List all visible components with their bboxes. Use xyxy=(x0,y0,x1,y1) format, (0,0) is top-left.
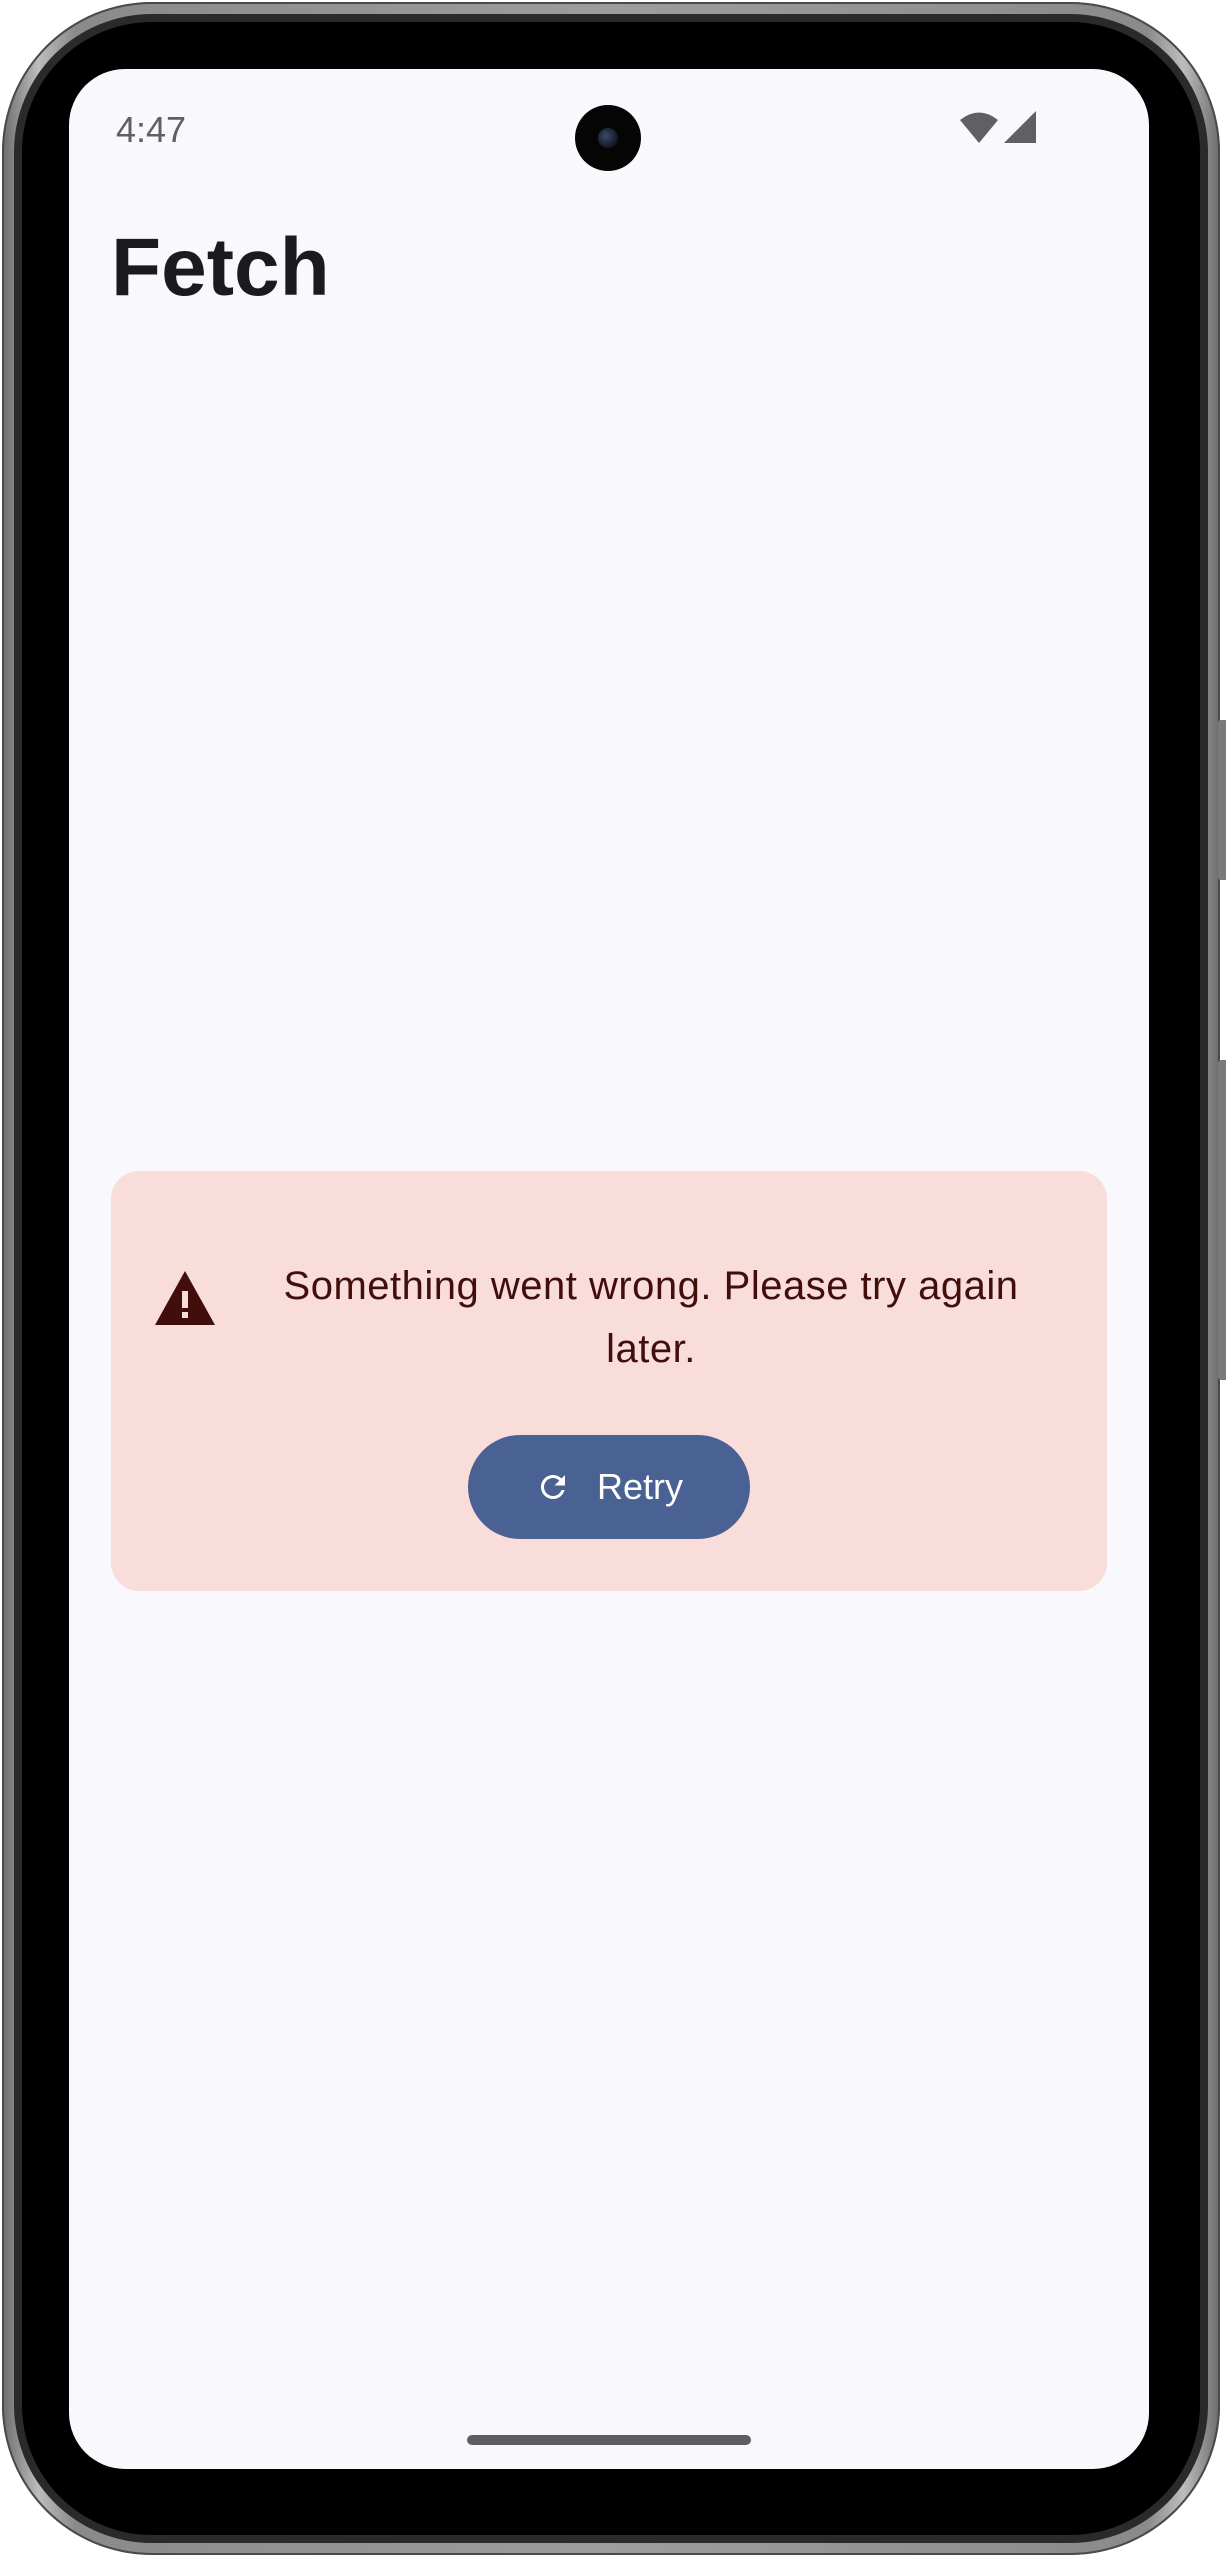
front-camera xyxy=(575,105,641,171)
cellular-signal-icon xyxy=(1004,111,1036,143)
screen: 4:47 Fetch Something went wrong. Please … xyxy=(69,69,1149,2469)
warning-icon xyxy=(155,1271,215,1325)
retry-button[interactable]: Retry xyxy=(468,1435,750,1539)
refresh-icon xyxy=(540,1475,565,1499)
error-card: Something went wrong. Please try again l… xyxy=(111,1171,1107,1591)
retry-label: Retry xyxy=(596,1466,683,1507)
status-icons xyxy=(960,111,1036,143)
error-message: Something went wrong. Please try again l… xyxy=(283,1264,1019,1371)
wifi-icon xyxy=(960,112,998,143)
phone-device: 4:47 Fetch Something went wrong. Please … xyxy=(0,0,1226,2559)
power-button xyxy=(1218,720,1226,880)
home-indicator[interactable] xyxy=(467,2435,751,2445)
page-title: Fetch xyxy=(111,222,330,313)
status-time: 4:47 xyxy=(116,109,187,150)
volume-button xyxy=(1218,1060,1226,1380)
